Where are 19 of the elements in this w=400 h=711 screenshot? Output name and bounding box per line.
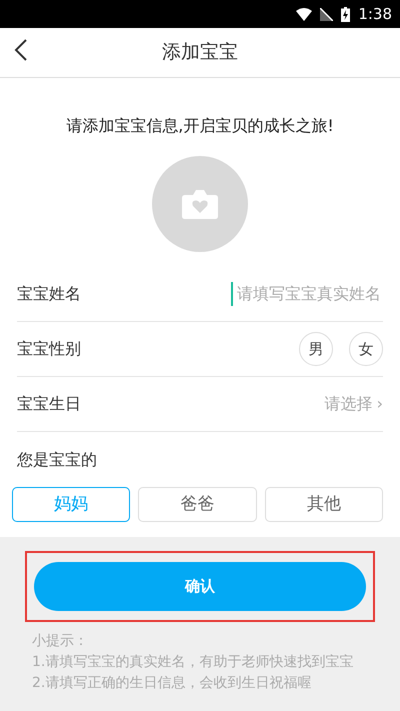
relation-option[interactable]: 其他 (264, 487, 383, 522)
status-time: 1:38 (358, 4, 392, 25)
gender-option[interactable]: 女 (349, 332, 383, 366)
tip-text: 小提示： (32, 632, 89, 651)
relation-option[interactable]: 爸爸 (138, 487, 257, 522)
tip-text: 1.请填写宝宝的真实姓名，有助于老师快速找到宝宝 (32, 653, 354, 672)
field-label: 宝宝姓名 (17, 283, 81, 305)
camera-icon (182, 189, 218, 219)
intro-text: 请添加宝宝信息,开启宝贝的成长之旅! (66, 116, 334, 135)
page-title: 添加宝宝 (162, 40, 238, 66)
field-label: 宝宝性别 (17, 338, 81, 360)
gender-option[interactable]: 男 (299, 332, 333, 366)
tip-text: 2.请填写正确的生日信息，会收到生日祝福喔 (32, 674, 312, 693)
no-signal-icon (320, 8, 334, 20)
wifi-icon (296, 8, 312, 20)
field-label: 宝宝生日 (17, 393, 81, 415)
field-label: 您是宝宝的 (17, 448, 97, 470)
back-button[interactable] (14, 38, 28, 62)
battery-icon (341, 6, 350, 22)
